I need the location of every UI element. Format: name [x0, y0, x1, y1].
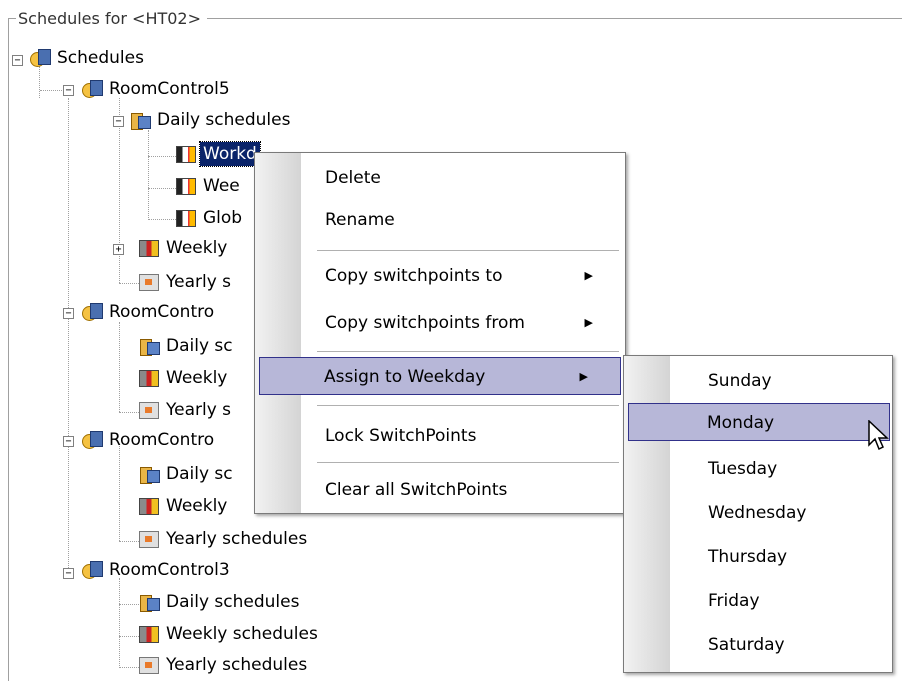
weekly-schedule-icon [139, 497, 159, 515]
collapse-icon[interactable]: − [63, 568, 74, 579]
menu-item-clear-all-switchpoints[interactable]: Clear all SwitchPoints [325, 471, 615, 509]
collapse-icon[interactable]: − [63, 85, 74, 96]
schedule-clock-icon [82, 561, 103, 579]
submenu-arrow-icon: ▶ [584, 316, 593, 329]
tree-node-roomcontrol3[interactable]: RoomControl3 [82, 558, 233, 582]
menu-item-tuesday[interactable]: Tuesday [708, 450, 878, 488]
menu-item-assign-to-weekday[interactable]: Assign to Weekday ▶ [259, 357, 621, 395]
tree-node-weekly-schedules[interactable]: Weekly [139, 494, 230, 518]
tree-node-weekly-schedules[interactable]: Weekly [139, 366, 230, 390]
daily-folder-icon [139, 593, 160, 612]
daily-schedule-icon [176, 177, 196, 195]
menu-item-rename[interactable]: Rename [325, 201, 615, 239]
yearly-schedule-icon [139, 656, 159, 674]
weekly-schedule-icon [139, 369, 159, 387]
collapse-icon[interactable]: − [113, 116, 124, 127]
yearly-schedule-icon [139, 401, 159, 419]
yearly-schedule-icon [139, 530, 159, 548]
menu-item-wednesday[interactable]: Wednesday [708, 494, 878, 532]
weekday-submenu: Sunday Monday Tuesday Wednesday Thursday… [623, 355, 893, 673]
menu-separator [317, 250, 619, 252]
collapse-icon[interactable]: − [12, 55, 23, 66]
menu-item-copy-switchpoints-to[interactable]: Copy switchpoints to ▶ [325, 257, 615, 295]
menu-separator [317, 462, 619, 464]
schedule-clock-icon [82, 431, 103, 449]
schedule-clock-icon [30, 49, 51, 67]
context-menu: Delete Rename Copy switchpoints to ▶ Cop… [254, 152, 626, 514]
menu-item-copy-switchpoints-from[interactable]: Copy switchpoints from ▶ [325, 304, 615, 342]
schedule-clock-icon [82, 80, 103, 98]
tree-node-daily-schedules[interactable]: Daily schedules [130, 108, 293, 132]
menu-item-monday[interactable]: Monday [628, 403, 890, 441]
menu-item-thursday[interactable]: Thursday [708, 538, 878, 576]
tree-node-weekly-schedules[interactable]: Weekly schedules [139, 622, 321, 646]
menu-item-lock-switchpoints[interactable]: Lock SwitchPoints [325, 417, 615, 455]
menu-item-saturday[interactable]: Saturday [708, 626, 878, 664]
tree-node-roomcontrol5[interactable]: RoomControl5 [82, 77, 233, 101]
submenu-arrow-icon: ▶ [579, 370, 588, 383]
menu-item-friday[interactable]: Friday [708, 582, 878, 620]
menu-item-sunday[interactable]: Sunday [708, 362, 878, 400]
menu-item-delete[interactable]: Delete [325, 159, 615, 197]
schedule-clock-icon [82, 303, 103, 321]
tree-node-weekly-schedules[interactable]: Weekly [139, 236, 230, 260]
collapse-icon[interactable]: − [63, 436, 74, 447]
tree-node-yearly-schedules[interactable]: Yearly s [139, 398, 234, 422]
tree-node-daily-schedules[interactable]: Daily sc [139, 462, 236, 486]
tree-node-daily-schedules[interactable]: Daily schedules [139, 590, 302, 614]
tree-node-roomcontrol[interactable]: RoomContro [82, 428, 217, 452]
tree-node-yearly-schedules[interactable]: Yearly s [139, 270, 234, 294]
tree-node-yearly-schedules[interactable]: Yearly schedules [139, 527, 310, 551]
tree-node-global[interactable]: Glob [176, 206, 245, 230]
collapse-icon[interactable]: − [63, 308, 74, 319]
daily-schedule-icon [176, 209, 196, 227]
daily-folder-icon [139, 337, 160, 356]
yearly-schedule-icon [139, 273, 159, 291]
mouse-pointer-icon [868, 420, 889, 451]
submenu-arrow-icon: ▶ [584, 269, 593, 282]
tree-node-schedules[interactable]: Schedules [30, 46, 147, 70]
weekly-schedule-icon [139, 625, 159, 643]
tree-node-daily-schedules[interactable]: Daily sc [139, 334, 236, 358]
daily-folder-icon [139, 465, 160, 484]
expand-icon[interactable]: + [113, 244, 124, 255]
tree-node-workday[interactable]: Workd [176, 141, 261, 167]
tree-node-roomcontrol4[interactable]: RoomContro [82, 300, 217, 324]
weekly-schedule-icon [139, 239, 159, 257]
menu-separator [317, 351, 619, 353]
daily-folder-icon [130, 111, 151, 130]
menu-separator [317, 405, 619, 407]
tree-node-yearly-schedules[interactable]: Yearly schedules [139, 653, 310, 677]
daily-schedule-icon [176, 145, 196, 163]
tree-node-weekend[interactable]: Wee [176, 174, 243, 198]
